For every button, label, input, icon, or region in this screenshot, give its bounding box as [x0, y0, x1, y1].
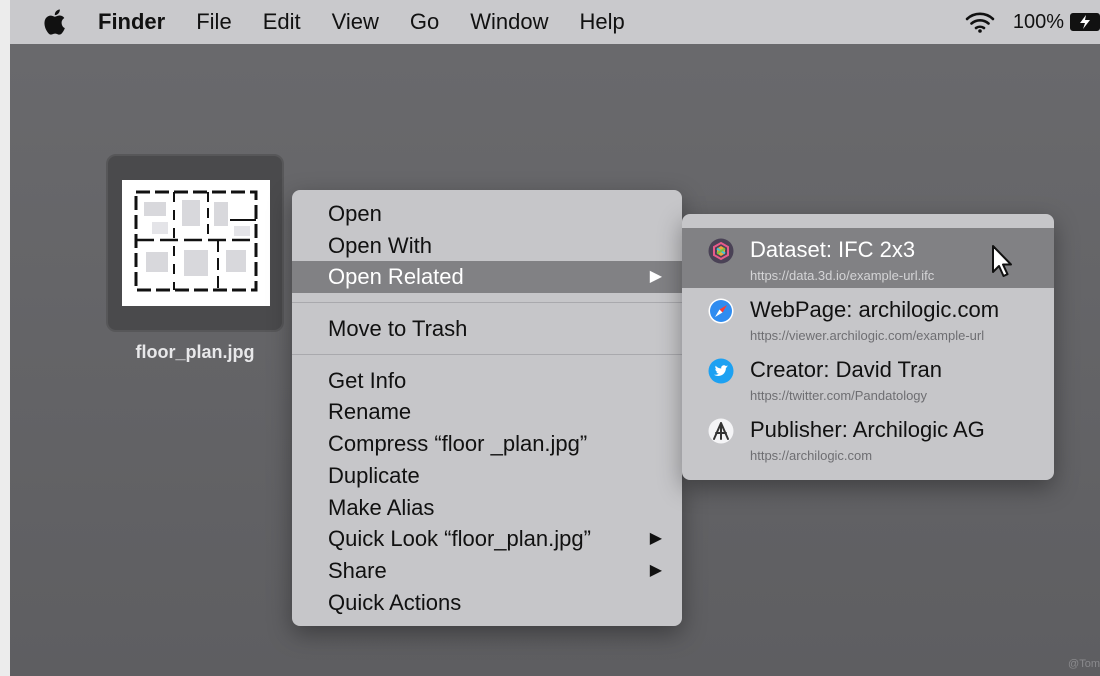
menu-edit[interactable]: Edit: [263, 9, 301, 35]
menu-item-move-to-trash[interactable]: Move to Trash: [292, 313, 682, 345]
menu-item-open-related[interactable]: Open Related ▶: [292, 261, 682, 294]
twitter-bird-icon: [708, 358, 734, 384]
menu-item-open[interactable]: Open: [292, 198, 682, 230]
menu-item-make-alias[interactable]: Make Alias: [292, 492, 682, 524]
archilogic-logo-icon: [708, 418, 734, 444]
menu-item-rename[interactable]: Rename: [292, 396, 682, 428]
menu-separator: [292, 353, 682, 355]
watermark: @Tom: [1068, 658, 1100, 670]
menu-item-open-with[interactable]: Open With: [292, 230, 682, 262]
menu-finder[interactable]: Finder: [98, 9, 165, 35]
menu-view[interactable]: View: [332, 9, 379, 35]
menu-window[interactable]: Window: [470, 9, 548, 35]
menu-go[interactable]: Go: [410, 9, 439, 35]
file-icon-selected[interactable]: [106, 154, 284, 332]
submenu-item-creator[interactable]: Creator: David Tran https://twitter.com/…: [682, 348, 1054, 408]
dataset-icon: [708, 238, 734, 264]
apple-logo-icon[interactable]: [42, 9, 72, 35]
context-menu: Open Open With Open Related ▶ Move to Tr…: [292, 190, 682, 626]
menu-help[interactable]: Help: [580, 9, 625, 35]
menu-item-quick-actions[interactable]: Quick Actions: [292, 587, 682, 619]
mouse-pointer-icon: [990, 244, 1016, 285]
menu-file[interactable]: File: [196, 9, 231, 35]
menu-item-compress[interactable]: Compress “floor _plan.jpg”: [292, 428, 682, 460]
menu-item-share[interactable]: Share ▶: [292, 555, 682, 587]
menu-item-duplicate[interactable]: Duplicate: [292, 460, 682, 492]
wifi-icon[interactable]: [965, 11, 995, 33]
floor-plan-thumbnail: [122, 180, 270, 306]
menu-bar: Finder File Edit View Go Window Help 100…: [10, 0, 1100, 44]
battery-percent[interactable]: 100%: [1013, 11, 1064, 34]
menu-item-get-info[interactable]: Get Info: [292, 365, 682, 397]
battery-charging-icon[interactable]: [1070, 13, 1100, 31]
safari-compass-icon: [708, 298, 734, 324]
submenu-item-publisher[interactable]: Publisher: Archilogic AG https://archilo…: [682, 408, 1054, 468]
submenu-arrow-icon: ▶: [649, 268, 662, 286]
menu-separator: [292, 302, 682, 304]
menu-item-quick-look[interactable]: Quick Look “floor_plan.jpg” ▶: [292, 523, 682, 555]
submenu-arrow-icon: ▶: [649, 530, 662, 548]
submenu-arrow-icon: ▶: [649, 561, 662, 579]
file-name-label[interactable]: floor_plan.jpg: [106, 342, 284, 363]
submenu-item-webpage[interactable]: WebPage: archilogic.com https://viewer.a…: [682, 288, 1054, 348]
